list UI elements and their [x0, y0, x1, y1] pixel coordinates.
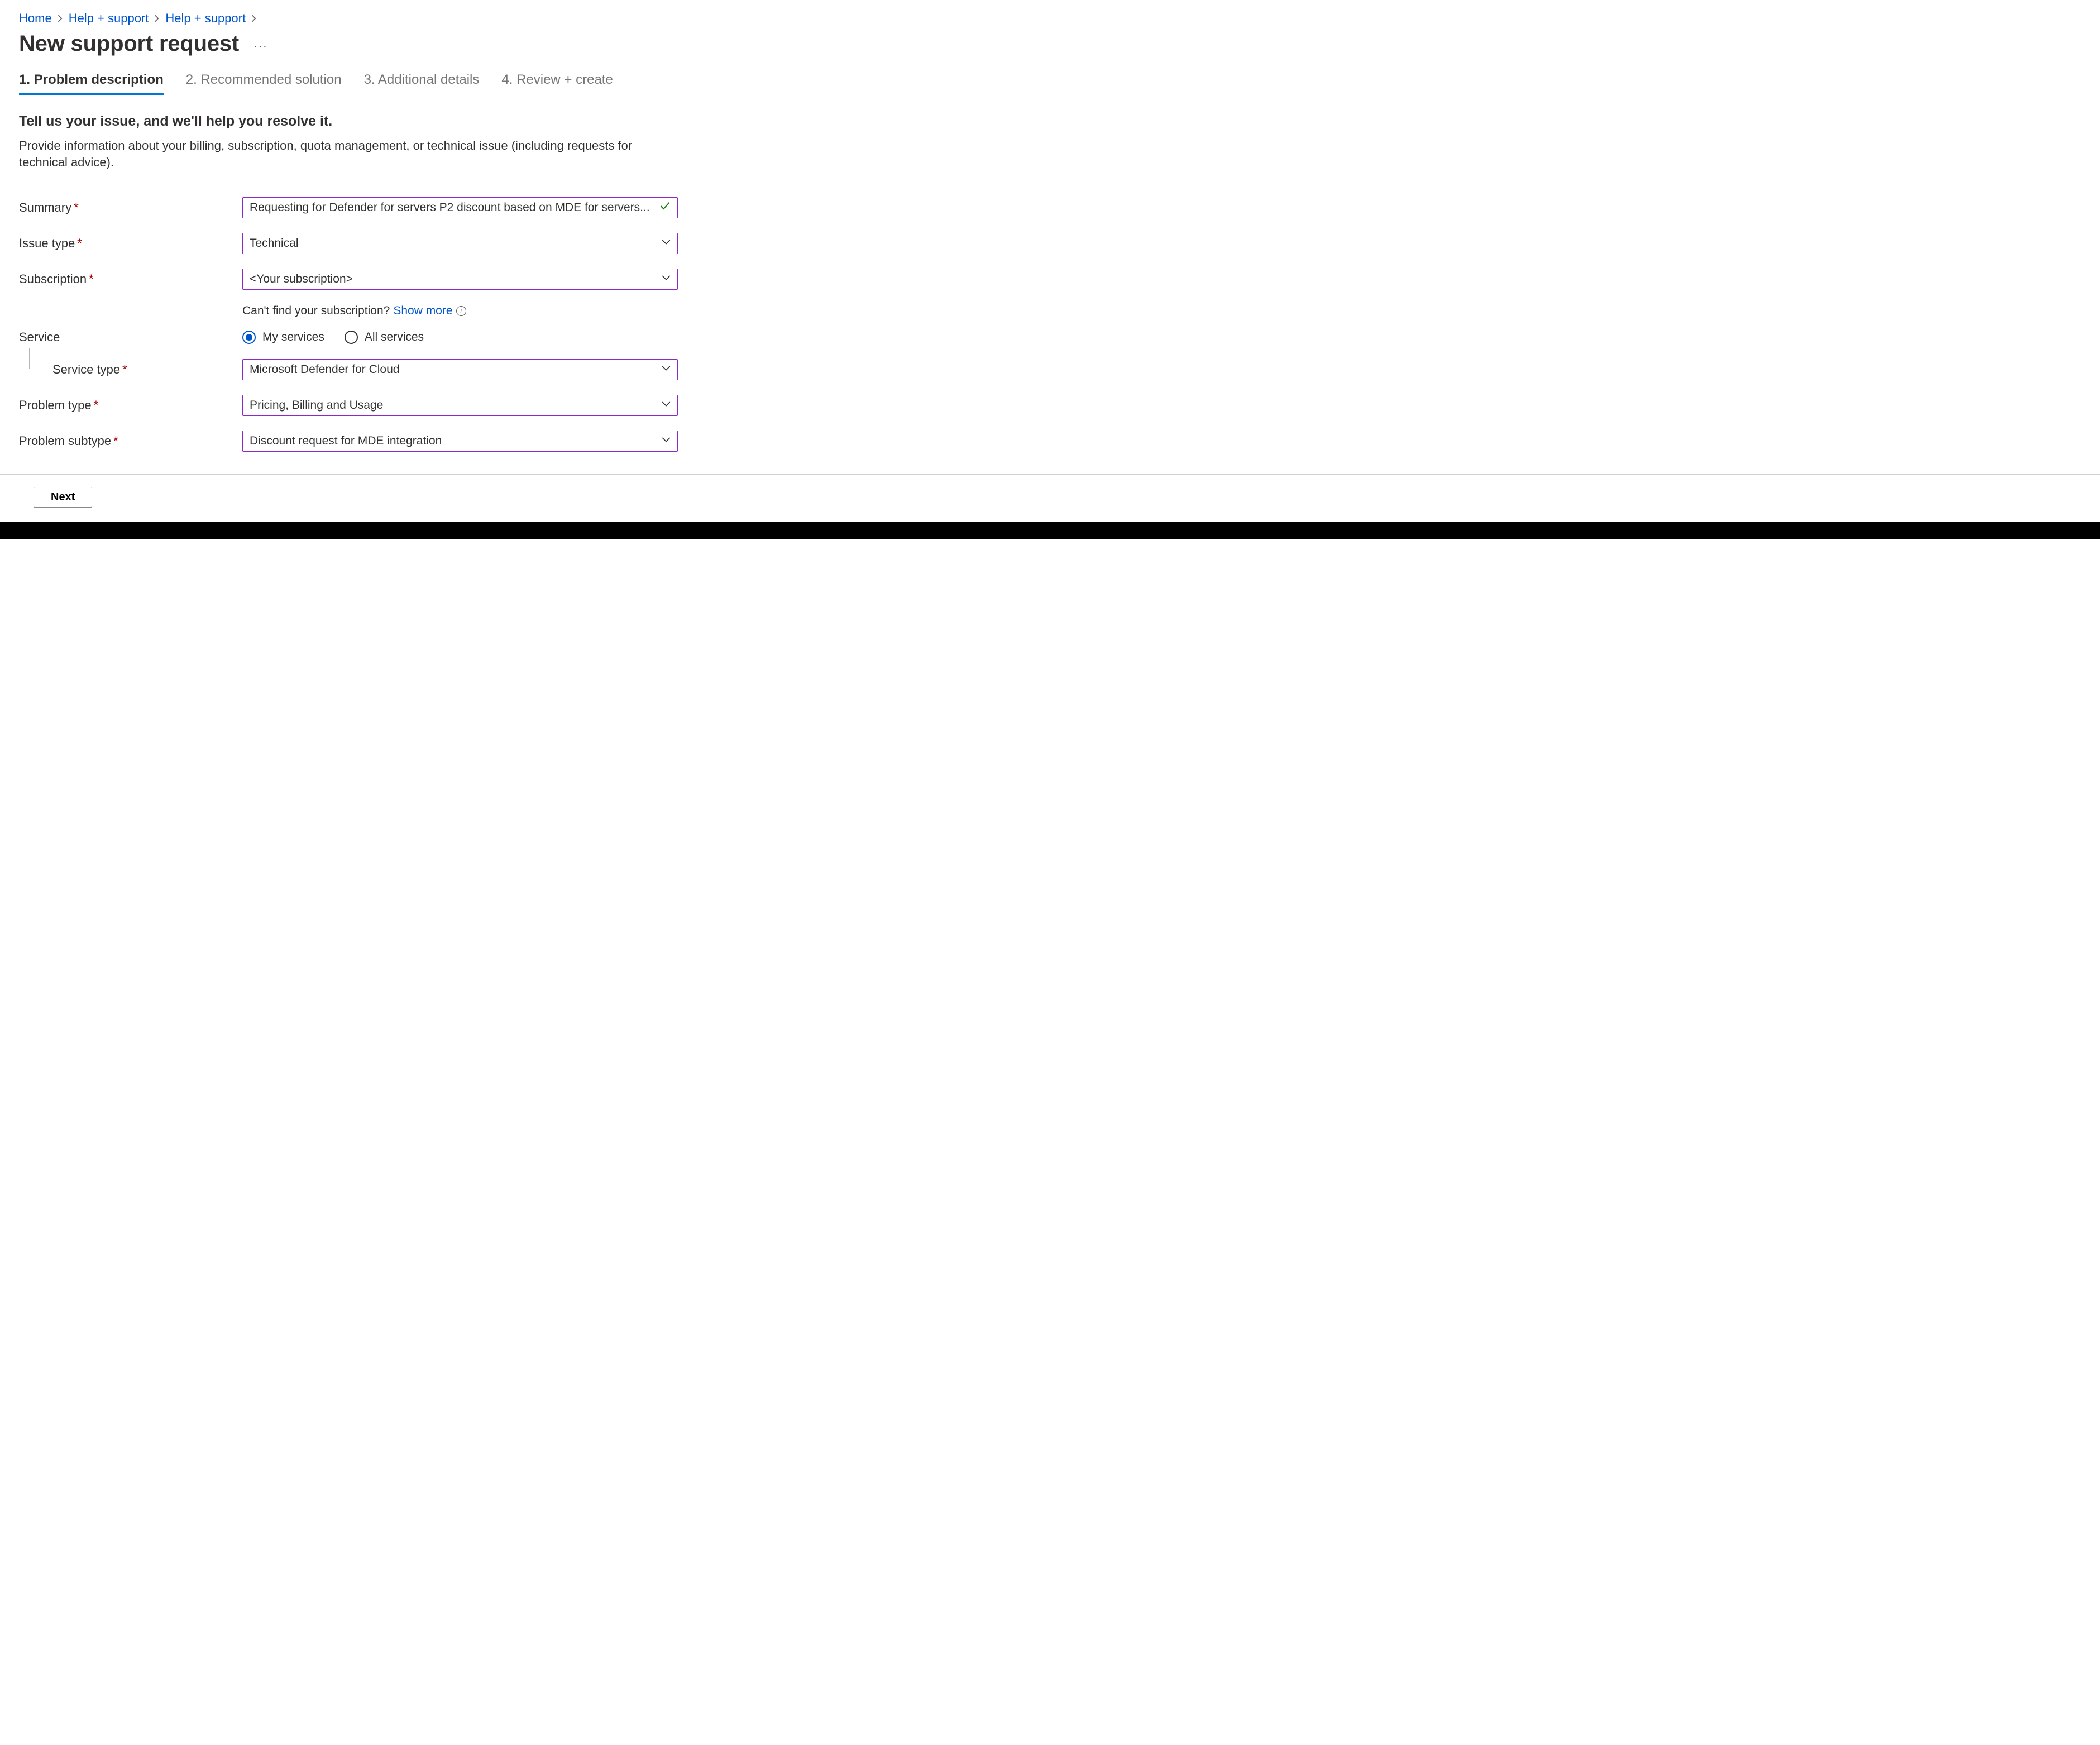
- radio-all-services[interactable]: All services: [345, 331, 424, 344]
- chevron-down-icon: [662, 272, 671, 286]
- problem-subtype-select[interactable]: Discount request for MDE integration: [242, 431, 678, 452]
- breadcrumb-help-support-2[interactable]: Help + support: [165, 11, 246, 26]
- chevron-right-icon: [251, 15, 257, 22]
- subscription-hint: Can't find your subscription? Show more …: [242, 304, 466, 318]
- check-icon: [659, 200, 671, 215]
- summary-label: Summary*: [19, 200, 242, 215]
- issue-type-select[interactable]: Technical: [242, 233, 678, 254]
- tab-recommended-solution[interactable]: 2. Recommended solution: [186, 72, 342, 95]
- radio-unchecked-icon: [345, 331, 358, 344]
- page-title: New support request: [19, 31, 239, 56]
- tab-review-create[interactable]: 4. Review + create: [501, 72, 613, 95]
- chevron-right-icon: [58, 15, 63, 22]
- problem-type-label: Problem type*: [19, 398, 242, 413]
- more-actions-button[interactable]: ···: [250, 38, 271, 55]
- service-label: Service: [19, 330, 242, 345]
- section-description: Provide information about your billing, …: [19, 137, 656, 170]
- decorative-strip: [0, 522, 2100, 539]
- service-type-select[interactable]: Microsoft Defender for Cloud: [242, 359, 678, 380]
- tree-connector-icon: [29, 348, 46, 369]
- radio-checked-icon: [242, 331, 256, 344]
- tab-problem-description[interactable]: 1. Problem description: [19, 72, 164, 95]
- chevron-down-icon: [662, 363, 671, 376]
- summary-input[interactable]: Requesting for Defender for servers P2 d…: [242, 197, 678, 218]
- subscription-select[interactable]: <Your subscription>: [242, 269, 678, 290]
- breadcrumb-help-support-1[interactable]: Help + support: [69, 11, 149, 26]
- chevron-down-icon: [662, 237, 671, 250]
- subscription-label: Subscription*: [19, 272, 242, 286]
- service-radio-group: My services All services: [242, 331, 678, 344]
- problem-subtype-label: Problem subtype*: [19, 434, 242, 448]
- issue-type-label: Issue type*: [19, 236, 242, 251]
- chevron-down-icon: [662, 434, 671, 448]
- footer-bar: Next: [0, 474, 2100, 522]
- wizard-tabs: 1. Problem description 2. Recommended so…: [19, 72, 2081, 95]
- breadcrumb: Home Help + support Help + support: [19, 11, 2081, 26]
- show-more-link[interactable]: Show more: [393, 304, 452, 318]
- breadcrumb-home[interactable]: Home: [19, 11, 52, 26]
- radio-my-services[interactable]: My services: [242, 331, 324, 344]
- tab-additional-details[interactable]: 3. Additional details: [364, 72, 480, 95]
- next-button[interactable]: Next: [34, 487, 92, 508]
- service-type-label: Service type*: [19, 362, 242, 377]
- chevron-right-icon: [154, 15, 160, 22]
- section-heading: Tell us your issue, and we'll help you r…: [19, 113, 2081, 130]
- problem-type-select[interactable]: Pricing, Billing and Usage: [242, 395, 678, 416]
- chevron-down-icon: [662, 399, 671, 412]
- info-icon[interactable]: i: [456, 306, 466, 316]
